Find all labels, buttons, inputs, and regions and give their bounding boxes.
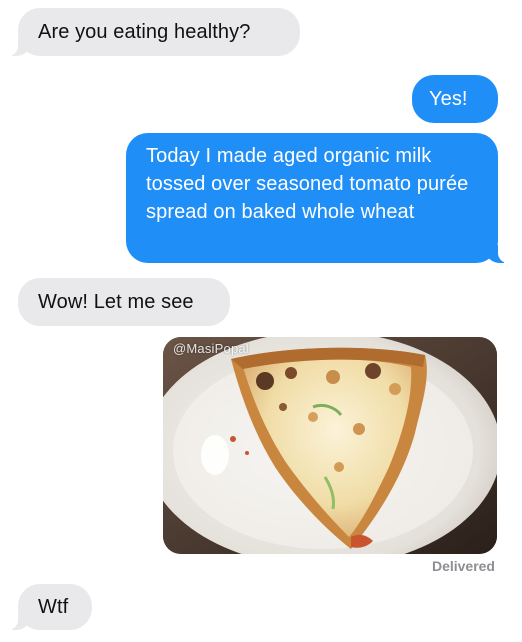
received-message-bubble[interactable]: Wtf [6, 584, 92, 630]
photo-attachment[interactable]: @MasiPopal [163, 337, 497, 554]
message-text: Today I made aged organic milk tossed ov… [146, 145, 469, 223]
message-text: Are you eating healthy? [38, 21, 251, 43]
message-text: Yes! [429, 88, 468, 110]
sent-message-bubble[interactable]: Today I made aged organic milk tossed ov… [126, 133, 510, 263]
received-message-bubble[interactable]: Are you eating healthy? [6, 8, 300, 56]
photo-watermark: @MasiPopal [173, 341, 249, 356]
sent-message-bubble[interactable]: Yes! [412, 75, 498, 123]
pizza-photo-image [163, 337, 497, 554]
received-message-bubble[interactable]: Wow! Let me see [18, 278, 230, 326]
message-text: Wtf [38, 596, 69, 618]
message-text: Wow! Let me see [38, 291, 194, 313]
delivered-status: Delivered [431, 558, 495, 574]
